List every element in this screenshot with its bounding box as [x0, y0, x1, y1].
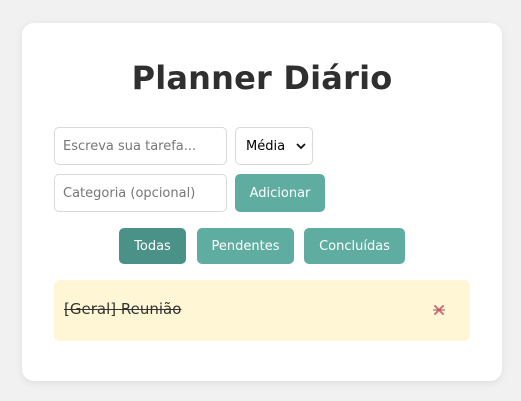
page-title: Planner Diário [131, 59, 393, 97]
priority-select-value: Média [246, 138, 286, 154]
filter-pending-button[interactable]: Pendentes [197, 228, 294, 264]
filter-all-button[interactable]: Todas [119, 228, 186, 264]
chevron-down-icon [296, 140, 312, 153]
task-text[interactable]: [Geral] Reunião [64, 300, 181, 318]
priority-select[interactable]: Média [235, 127, 313, 165]
add-button[interactable]: Adicionar [235, 174, 325, 212]
category-input[interactable] [54, 174, 227, 212]
planner-card: Planner Diário Média Adicionar Todas Pen… [22, 23, 502, 381]
filter-completed-button[interactable]: Concluídas [304, 228, 405, 264]
close-x-icon[interactable] [431, 300, 447, 320]
task-item[interactable]: [Geral] Reunião [54, 280, 470, 341]
task-input[interactable] [54, 127, 227, 165]
